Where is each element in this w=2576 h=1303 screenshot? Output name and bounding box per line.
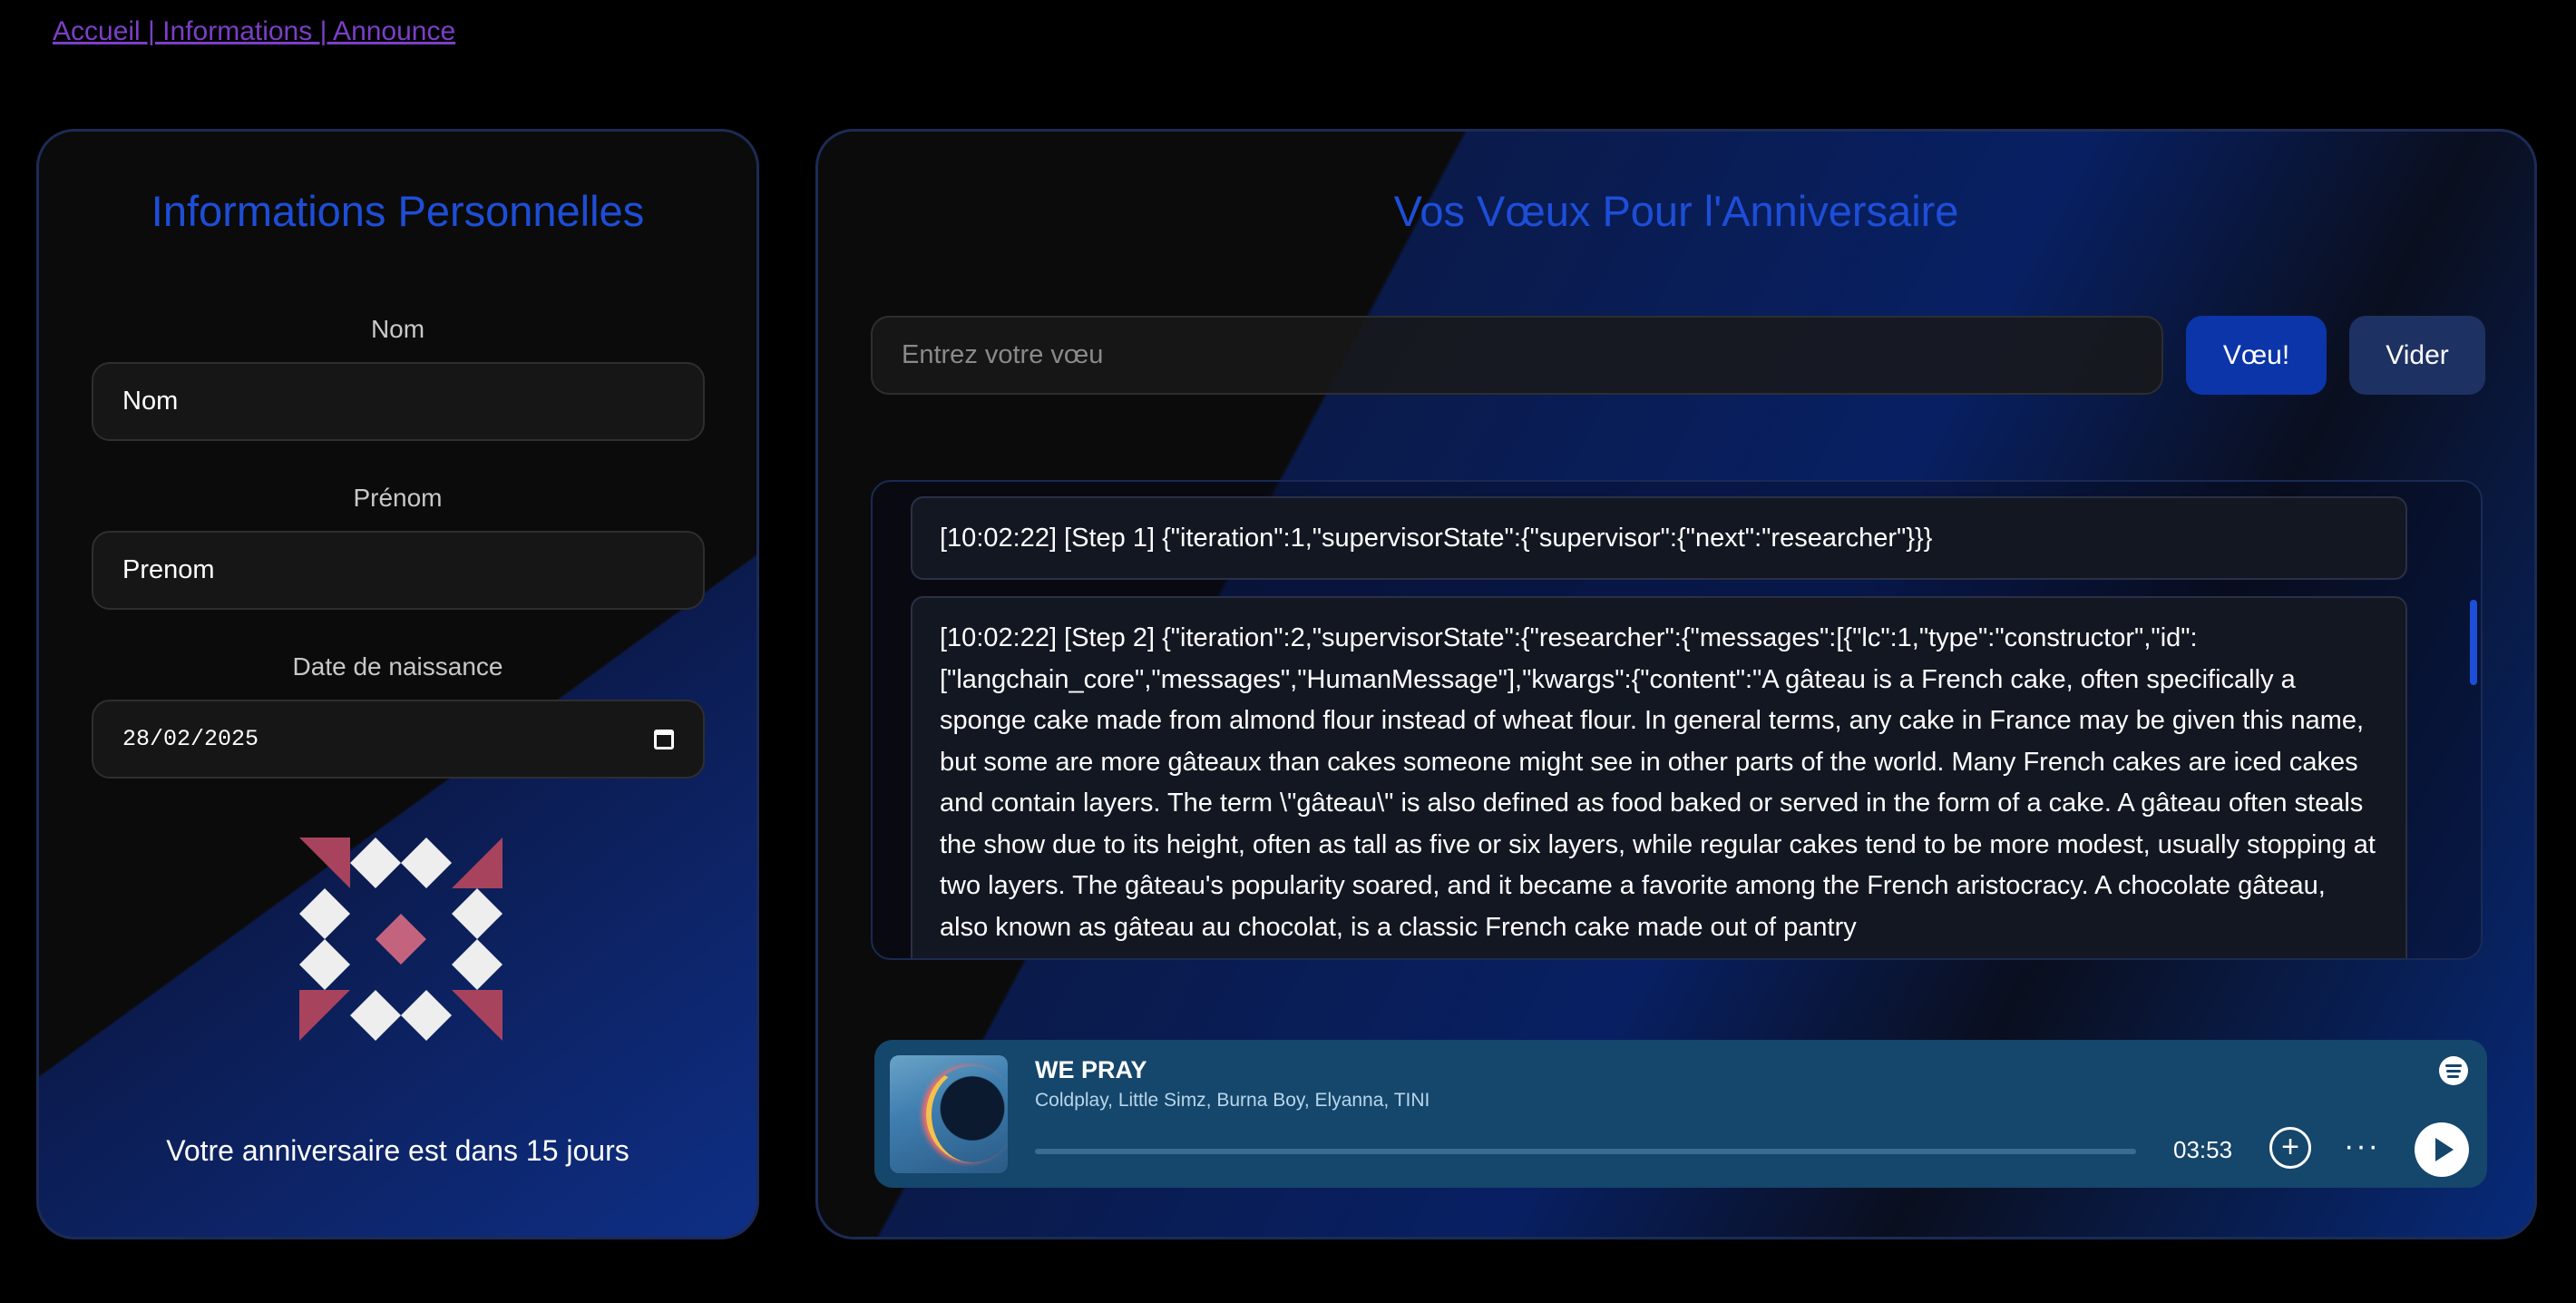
log-entry: [10:02:22] [Step 2] {"iteration":2,"supe… (911, 596, 2407, 958)
progress-bar[interactable] (1035, 1149, 2136, 1154)
avatar-diamond (452, 888, 503, 939)
avatar-diamond (452, 939, 503, 990)
more-options-icon[interactable]: ··· (2344, 1129, 2380, 1164)
avatar-diamond (299, 888, 350, 939)
prenom-field[interactable]: Prenom (92, 531, 705, 610)
avatar-diamond (401, 838, 452, 888)
personal-info-title: Informations Personnelles (151, 187, 645, 235)
dob-value: 28/02/2025 (122, 726, 259, 752)
avatar-diamond (401, 990, 452, 1041)
track-title[interactable]: WE PRAY (1035, 1056, 1147, 1084)
album-art-arc (926, 1066, 1008, 1162)
nav-links[interactable]: Accueil | Informations | Announce (53, 16, 455, 46)
nom-label: Nom (370, 315, 425, 343)
log-entry: [10:02:22] [Step 1] {"iteration":1,"supe… (911, 496, 2407, 580)
birthday-countdown: Votre anniversaire est dans 15 jours (166, 1134, 629, 1167)
avatar-diamond (299, 939, 350, 990)
album-art (890, 1055, 1008, 1173)
nom-value: Nom (122, 387, 179, 416)
track-time: 03:53 (2173, 1136, 2233, 1163)
dob-field[interactable]: 28/02/2025 (92, 700, 705, 779)
avatar-corner-tl (299, 838, 350, 888)
avatar-diamond (350, 838, 401, 888)
wish-input[interactable] (871, 316, 2163, 395)
prenom-label: Prénom (353, 484, 443, 512)
track-artists[interactable]: Coldplay, Little Simz, Burna Boy, Elyann… (1035, 1090, 1429, 1112)
dob-label: Date de naissance (292, 652, 503, 681)
add-icon[interactable]: + (2269, 1127, 2311, 1169)
top-nav: Accueil | Informations | Announce (53, 16, 455, 47)
avatar-center (376, 914, 426, 965)
spotify-logo-icon[interactable] (2439, 1056, 2468, 1085)
calendar-icon[interactable] (654, 729, 674, 749)
spotify-player: WE PRAY Coldplay, Little Simz, Burna Boy… (874, 1040, 2487, 1188)
clear-button[interactable]: Vider (2349, 316, 2485, 395)
wish-log-panel[interactable]: [10:02:22] [Step 1] {"iteration":1,"supe… (871, 480, 2483, 960)
log-scrollbar[interactable] (2470, 600, 2477, 685)
prenom-value: Prenom (122, 555, 215, 584)
nom-field[interactable]: Nom (92, 362, 705, 441)
avatar-corner-bl (299, 990, 350, 1041)
wish-button[interactable]: Vœu! (2186, 316, 2327, 395)
avatar-corner-tr (452, 838, 503, 888)
avatar-diamond (350, 990, 401, 1041)
identicon-avatar (299, 838, 503, 1041)
play-icon[interactable] (2415, 1122, 2469, 1177)
avatar-corner-br (452, 990, 503, 1041)
wishes-card: Vos Vœux Pour l'Anniversaire Vœu! Vider … (815, 129, 2537, 1239)
wishes-title: Vos Vœux Pour l'Anniversaire (1393, 187, 1959, 235)
personal-info-card: Informations Personnelles Nom Nom Prénom… (36, 129, 759, 1239)
